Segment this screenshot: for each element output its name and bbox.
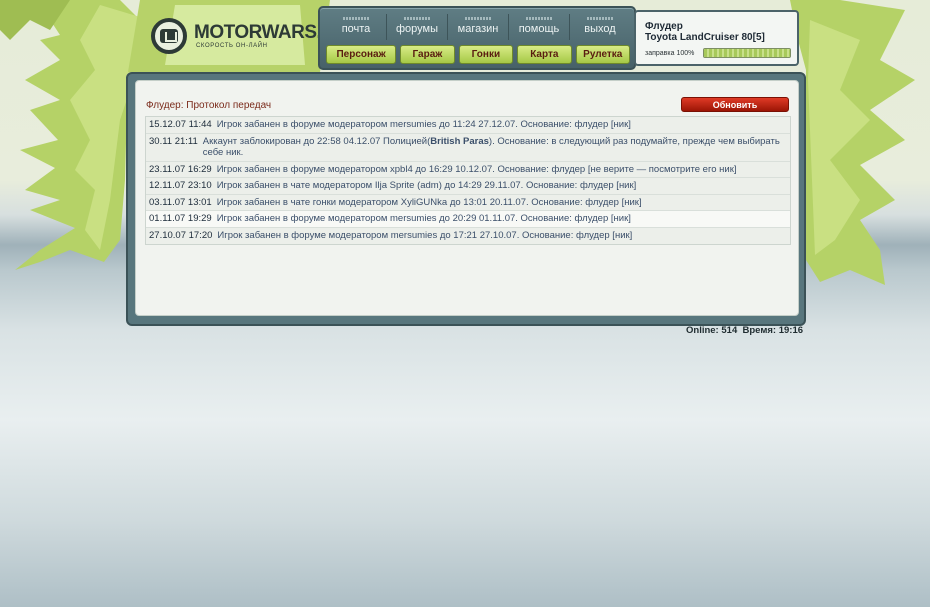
- content-frame: Флудер: Протокол передач Обновить 15.12.…: [126, 72, 806, 326]
- user-info-box: Флудер Toyota LandCruiser 80[5] заправка…: [634, 10, 799, 66]
- log-time: 01.11.07 19:29: [149, 213, 212, 224]
- user-car: Toyota LandCruiser 80[5]: [645, 32, 765, 43]
- server-time: 19:16: [778, 325, 804, 336]
- log-text: Аккаунт заблокирован до 22:58 04.12.07 П…: [203, 136, 787, 159]
- log-time: 30.11 21:11: [149, 135, 198, 147]
- nav-buttons: Персонаж Гараж Гонки Карта Рулетка: [326, 45, 630, 64]
- log-time: 15.12.07 11:44: [149, 119, 212, 130]
- log-row: 27.10.07 17:20 Игрок забанен в форуме мо…: [146, 227, 790, 244]
- log-time: 03.11.07 13:01: [149, 196, 212, 208]
- log-time: 27.10.07 17:20: [149, 229, 213, 241]
- status-bar: Online: 514 Время: 19:16: [686, 325, 803, 336]
- character-button[interactable]: Персонаж: [326, 45, 397, 64]
- fuel-progress-bar: [703, 48, 791, 58]
- nav-link-shop[interactable]: магазин: [448, 14, 509, 40]
- log-text: Игрок забанен в форуме модератором mersu…: [216, 119, 631, 130]
- content-panel: Флудер: Протокол передач Обновить 15.12.…: [135, 80, 799, 316]
- log-text: Игрок забанен в форуме модератором mersu…: [216, 213, 631, 224]
- user-name[interactable]: Флудер: [645, 21, 683, 32]
- log-text-before: Аккаунт заблокирован до 22:58 04.12.07 П…: [202, 135, 431, 147]
- online-count: 514: [721, 325, 738, 336]
- fuel-progress-fill: [704, 49, 790, 57]
- log-row: 15.12.07 11:44 Игрок забанен в форуме мо…: [146, 117, 790, 134]
- log-row: 30.11 21:11 Аккаунт заблокирован до 22:5…: [146, 133, 790, 162]
- log-row: 03.11.07 13:01 Игрок забанен в чате гонк…: [146, 194, 790, 211]
- log-text: Игрок забанен в форуме модератором mersu…: [217, 229, 633, 241]
- map-button[interactable]: Карта: [517, 45, 572, 64]
- nav-link-logout[interactable]: выход: [570, 14, 630, 40]
- log-row: 12.11.07 23:10 Игрок забанен в чате моде…: [146, 178, 790, 195]
- logo-tagline: СКОРОСТЬ ОН-ЛАЙН: [196, 43, 268, 49]
- time-label: Время:: [742, 325, 777, 336]
- roulette-button[interactable]: Рулетка: [575, 45, 630, 64]
- garage-button[interactable]: Гараж: [400, 45, 455, 64]
- nav-link-mail[interactable]: почта: [326, 14, 387, 40]
- fuel-label: заправка 100%: [645, 50, 695, 57]
- nav-links: почта форумы магазин помощь выход: [326, 14, 630, 40]
- races-button[interactable]: Гонки: [458, 45, 514, 64]
- refresh-button[interactable]: Обновить: [681, 97, 789, 112]
- logo[interactable]: MOTORWARS.RU СКОРОСТЬ ОН-ЛАЙН: [151, 18, 348, 58]
- police-name[interactable]: British Paras: [430, 136, 489, 147]
- log-row: 01.11.07 19:29 Игрок забанен в форуме мо…: [146, 211, 790, 228]
- log-text: Игрок забанен в чате гонки модератором X…: [216, 196, 642, 208]
- transfer-log-table: 15.12.07 11:44 Игрок забанен в форуме мо…: [145, 116, 791, 245]
- nav-link-help[interactable]: помощь: [509, 14, 570, 40]
- log-time: 12.11.07 23:10: [149, 180, 212, 191]
- log-text: Игрок забанен в форуме модератором xpbl4…: [216, 163, 737, 175]
- log-text: Игрок забанен в чате модератором Ilja Sp…: [216, 180, 637, 191]
- page-title: Флудер: Протокол передач: [146, 100, 272, 111]
- logo-icon: [151, 18, 187, 54]
- top-navigation: почта форумы магазин помощь выход Персон…: [318, 6, 636, 70]
- nav-link-forums[interactable]: форумы: [387, 14, 448, 40]
- log-time: 23.11.07 16:29: [149, 163, 212, 175]
- online-label: Online:: [686, 325, 719, 336]
- log-row: 23.11.07 16:29 Игрок забанен в форуме мо…: [146, 161, 790, 178]
